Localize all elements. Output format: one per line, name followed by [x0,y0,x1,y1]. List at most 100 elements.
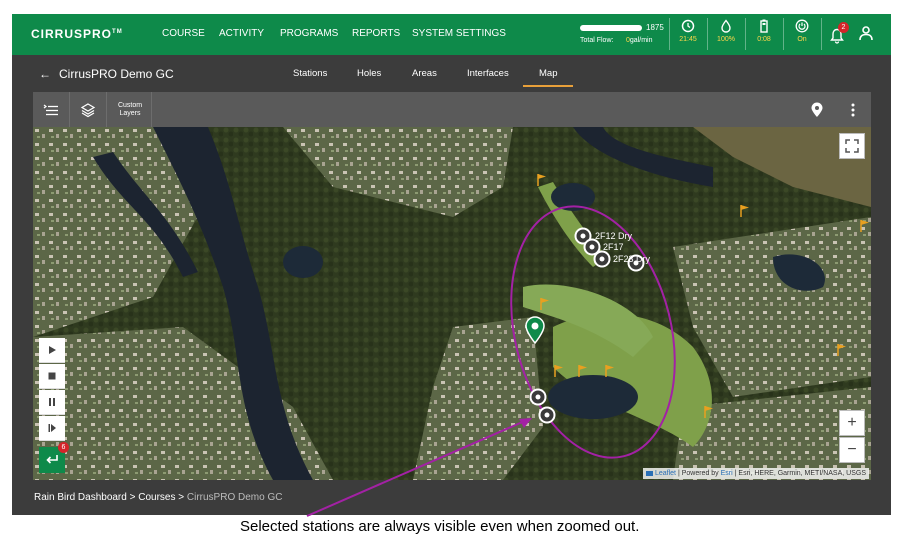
breadcrumb-separator: > [178,492,185,503]
stop-icon [48,372,56,380]
back-arrow-icon[interactable]: ← [39,67,51,81]
hole-flag-icon[interactable] [536,173,548,187]
return-selection-button[interactable]: 6 [39,442,69,473]
station-label: 2F23 Dry [613,254,651,264]
tab-stations[interactable]: Stations [293,68,327,79]
divider [821,18,822,50]
battery-icon [760,19,768,33]
hole-flag-icon[interactable] [739,204,751,218]
location-button[interactable] [805,92,829,127]
station-marker-icon[interactable] [538,406,556,424]
custom-layers-label: Custom Layers [117,101,143,117]
hole-flag-icon[interactable] [859,219,871,233]
user-account-button[interactable] [858,25,876,43]
breadcrumb-courses[interactable]: Courses [138,492,175,503]
play-icon [49,346,56,354]
layers-button[interactable] [70,92,106,127]
stop-button[interactable] [39,364,65,389]
nav-activity[interactable]: ACTIVITY [219,28,264,39]
play-button[interactable] [39,338,65,363]
flow-rate: 0gal/min [626,37,652,44]
page-title: CirrusPRO Demo GC [59,67,174,81]
tab-holes[interactable]: Holes [357,68,381,79]
water-stat[interactable]: 100% [708,19,744,51]
map-toolbar: Custom Layers [33,92,871,127]
cirruspro-logo[interactable]: CIRRUSPROTM [31,27,123,41]
fullscreen-icon [845,139,859,153]
flow-label: Total Flow: [580,37,614,44]
total-flow-widget[interactable]: 1875 Total Flow: 0gal/min [578,22,668,50]
hole-flag-icon[interactable] [539,297,551,311]
station-marker-icon[interactable] [593,250,611,268]
clock-stat[interactable]: 21:45 [670,19,706,51]
satellite-map[interactable]: 2F12 Dry 2F17 2F23 Dry + − 6 Leaflet | P… [33,127,871,480]
step-forward-button[interactable] [39,416,65,441]
water-drop-icon [721,19,731,33]
nav-system-settings[interactable]: SYSTEM SETTINGS [412,28,506,39]
layers-icon [80,102,96,117]
zoom-in-button[interactable]: + [839,410,865,436]
leaflet-flag-icon [646,470,654,476]
power-stat[interactable]: On [784,19,820,51]
station-label: 2F12 Dry [595,231,633,241]
hole-flag-icon[interactable] [604,364,616,378]
station-label: 2F17 [603,242,624,252]
current-location-marker-icon[interactable] [524,316,546,344]
filter-list-icon [43,104,58,115]
nav-programs[interactable]: PROGRAMS [280,28,338,39]
leaflet-link[interactable]: Leaflet [655,470,676,477]
breadcrumb-current: CirrusPRO Demo GC [186,492,283,503]
battery-stat[interactable]: 0:08 [746,19,782,51]
nav-reports[interactable]: REPORTS [352,28,400,39]
logo-text: CIRRUS [31,27,84,41]
tab-map[interactable]: Map [539,68,557,79]
fullscreen-button[interactable] [839,133,865,159]
more-vertical-icon [851,103,855,116]
toolbar-divider [106,92,107,127]
custom-layers-button[interactable]: Custom Layers [110,92,150,127]
breadcrumb-separator: > [129,492,136,503]
zoom-out-button[interactable]: − [839,437,865,463]
attribution-text: | Powered by [677,470,719,477]
notifications-button[interactable]: 2 [830,22,850,45]
station-marker-icon[interactable] [529,388,547,406]
flow-progress-bar [580,25,642,31]
hole-flag-icon[interactable] [703,405,715,419]
hole-flag-icon[interactable] [577,364,589,378]
nav-course[interactable]: COURSE [162,28,205,39]
notification-badge: 2 [838,22,849,33]
flow-rate-unit: gal/min [629,37,653,44]
map-attribution: Leaflet | Powered by Esri | Esri, HERE, … [643,468,869,479]
tab-interfaces[interactable]: Interfaces [467,68,509,79]
active-tab-indicator [523,85,573,87]
battery-value: 0:08 [757,36,771,43]
highlight-ellipse [510,205,676,459]
pause-icon [49,398,55,406]
logo-trademark: TM [112,29,123,35]
page-header: ← CirrusPRO Demo GC Stations Holes Areas… [12,55,891,92]
power-value: On [797,36,807,43]
app-window: CIRRUSPROTM COURSE ACTIVITY PROGRAMS REP… [12,14,891,515]
power-icon [795,19,809,33]
esri-link[interactable]: Esri [721,470,733,477]
water-value: 100% [717,36,735,43]
caption-text: Selected stations are always visible eve… [240,518,640,535]
return-arrow-icon [46,455,58,464]
clock-value: 21:45 [679,36,697,43]
pause-button[interactable] [39,390,65,415]
top-navigation-bar: CIRRUSPROTM COURSE ACTIVITY PROGRAMS REP… [12,14,891,55]
attribution-sources: | Esri, HERE, Garmin, METI/NASA, USGS [734,470,866,477]
user-icon [859,26,873,41]
hole-flag-icon[interactable] [836,343,848,357]
hole-flag-icon[interactable] [553,364,565,378]
filter-list-button[interactable] [33,92,69,127]
logo-pro-text: PRO [83,27,113,41]
selection-count-badge: 6 [58,442,69,453]
toolbar-divider [151,92,152,127]
more-options-button[interactable] [841,92,865,127]
breadcrumb-dashboard[interactable]: Rain Bird Dashboard [34,492,127,503]
step-forward-icon [48,424,56,432]
clock-icon [681,19,695,33]
tab-areas[interactable]: Areas [412,68,437,79]
flow-value: 1875 [646,23,664,32]
